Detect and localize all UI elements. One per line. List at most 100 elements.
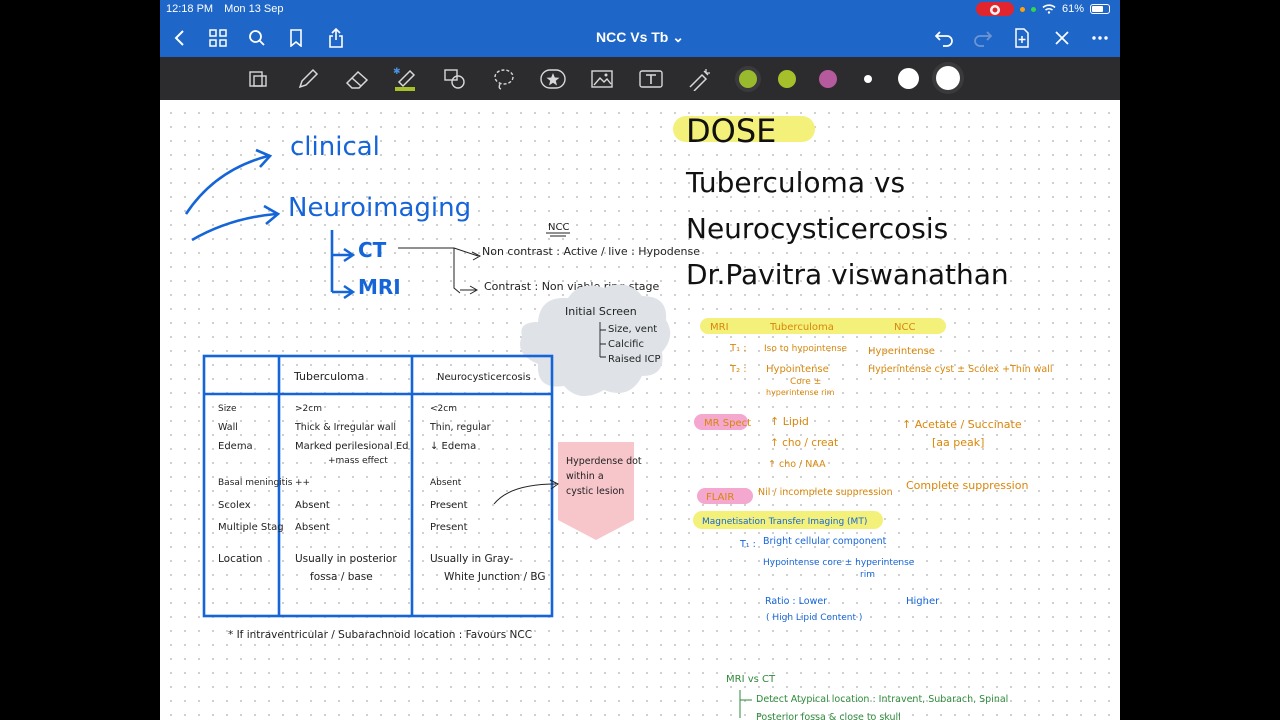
cloud-heading: Initial Screen bbox=[565, 305, 637, 318]
mt-t1: T₁ : bbox=[739, 539, 756, 550]
initial-screen-cloud: Initial Screen Size, vent Calcific Raise… bbox=[520, 284, 671, 397]
cloud-line-size: Size, vent bbox=[608, 324, 657, 335]
read-only-mode-icon[interactable] bbox=[244, 65, 272, 93]
status-bar: 12:18 PM Mon 13 Sep 61% bbox=[160, 0, 1120, 18]
stroke-size-medium[interactable] bbox=[898, 68, 919, 89]
spect-tb-3: ↑ cho / NAA bbox=[768, 459, 826, 470]
t2-tb-1: Hypointense bbox=[766, 364, 829, 375]
table-cell-label: Wall bbox=[218, 422, 238, 433]
table-cell-tb: +mass effect bbox=[328, 456, 388, 466]
table-cell-tb: fossa / base bbox=[310, 571, 373, 583]
text-tool-icon[interactable] bbox=[637, 65, 665, 93]
mri-header-tb: Tuberculoma bbox=[769, 322, 834, 333]
t2-tb-2: Core ± bbox=[790, 377, 821, 387]
mt-line-3: rim bbox=[860, 570, 875, 580]
stroke-size-small[interactable] bbox=[864, 75, 872, 83]
drawing-toolbar: ✱ bbox=[160, 57, 1120, 100]
table-cell-tb: Usually in posterior bbox=[295, 553, 397, 565]
table-cell-label: Edema bbox=[218, 441, 253, 452]
table-rows: Size >2cm <2cm Wall Thick & Irregular wall Th… bbox=[218, 404, 546, 583]
table-cell-label: Multiple Stag bbox=[218, 522, 284, 533]
pen-tool-icon[interactable] bbox=[294, 65, 322, 93]
table-cell-tb: ++ bbox=[295, 478, 310, 488]
table-cell-ncc: Present bbox=[430, 500, 468, 511]
ratio-tb-sub: ( High Lipid Content ) bbox=[766, 613, 862, 623]
wifi-icon bbox=[1042, 4, 1056, 14]
table-header-tuberculoma: Tuberculoma bbox=[293, 370, 364, 383]
clinical-label: clinical bbox=[290, 132, 380, 162]
mt-line-1: Bright cellular component bbox=[763, 536, 887, 547]
image-tool-icon[interactable] bbox=[588, 65, 616, 93]
color-swatch-green[interactable] bbox=[739, 70, 757, 88]
flair-label: FLAIR bbox=[706, 492, 734, 503]
spect-ncc-2: [aa peak] bbox=[932, 436, 984, 449]
ncc-mark: NCC bbox=[548, 222, 569, 233]
callout-line-3: cystic lesion bbox=[566, 486, 624, 497]
t1-tb: Iso to hypointense bbox=[764, 344, 848, 354]
mri-notes: MRI Tuberculoma NCC T₁ : Iso to hypointe… bbox=[693, 318, 1053, 623]
flair-ncc: Complete suppression bbox=[906, 479, 1028, 492]
handwriting-ink-layer: clinical Neuroimaging CT MRI NCC Non con… bbox=[184, 132, 1053, 720]
callout-line-2: within a bbox=[566, 471, 604, 482]
highlighter-tool-icon[interactable]: ✱ bbox=[392, 65, 420, 93]
battery-percent: 61% bbox=[1061, 3, 1084, 15]
ratio-ncc: Higher bbox=[906, 596, 940, 607]
mt-label: Magnetisation Transfer Imaging (MT) bbox=[702, 517, 867, 527]
camera-indicator-icon bbox=[1030, 6, 1036, 12]
t2-tb-3: hyperintense rim bbox=[766, 388, 835, 397]
mri-vs-ct-notes: MRI vs CT Detect Atypical location : Int… bbox=[726, 674, 1008, 720]
spect-tb-1: ↑ Lipid bbox=[770, 415, 809, 428]
comparison-table: Tuberculoma Neurocysticercosis Size >2cm <… bbox=[202, 354, 554, 618]
ratio-tb: Ratio : Lower bbox=[765, 596, 827, 607]
battery-icon bbox=[1090, 4, 1110, 14]
t2-label: T₂ : bbox=[729, 364, 747, 375]
table-header-ncc: Neurocysticercosis bbox=[437, 372, 531, 383]
shapes-tool-icon[interactable] bbox=[441, 65, 469, 93]
table-cell-ncc: <2cm bbox=[430, 404, 457, 414]
note-canvas[interactable]: DOSE Tuberculoma vs Neurocysticercosis D… bbox=[160, 100, 1120, 720]
table-cell-tb: Marked perilesional Ed bbox=[295, 441, 409, 452]
color-swatch-yellowgreen[interactable] bbox=[778, 70, 796, 88]
table-cell-ncc: ↓ Edema bbox=[430, 441, 476, 452]
redo-icon[interactable] bbox=[971, 26, 995, 50]
flow-diagram: clinical Neuroimaging CT MRI bbox=[184, 132, 471, 299]
arrow-to-clinical bbox=[184, 154, 269, 215]
ct-branch: NCC Non contrast : Active / live : Hypod… bbox=[398, 222, 700, 295]
color-swatch-purple[interactable] bbox=[819, 70, 837, 88]
neuroimaging-label: Neuroimaging bbox=[288, 193, 471, 223]
more-icon[interactable] bbox=[1088, 26, 1112, 50]
add-page-icon[interactable] bbox=[1010, 26, 1034, 50]
t1-ncc: Hyperintense bbox=[868, 346, 935, 357]
spect-tb-2: ↑ cho / creat bbox=[770, 437, 838, 449]
table-cell-label: Basal meningitis bbox=[218, 478, 293, 488]
lasso-tool-icon[interactable] bbox=[490, 65, 518, 93]
table-cell-label: Location bbox=[218, 553, 262, 565]
ct-label: CT bbox=[358, 238, 387, 262]
stroke-size-large[interactable] bbox=[936, 66, 960, 90]
undo-icon[interactable] bbox=[932, 26, 956, 50]
table-cell-tb: Absent bbox=[295, 500, 330, 511]
mri-vs-ct-line-1: Detect Atypical location : Intravent, Su… bbox=[756, 694, 1008, 705]
table-cell-ncc: Thin, regular bbox=[429, 422, 491, 433]
cloud-line-calcific: Calcific bbox=[608, 339, 644, 350]
table-cell-label: Size bbox=[218, 404, 237, 414]
status-date: Mon 13 Sep bbox=[224, 3, 284, 15]
table-cell-ncc: White Junction / BG bbox=[444, 571, 546, 583]
svg-text:✱: ✱ bbox=[393, 66, 401, 76]
mri-label: MRI bbox=[358, 275, 401, 299]
navigation-bar: NCC Vs Tb ⌄ bbox=[160, 18, 1120, 57]
laser-pointer-tool-icon[interactable] bbox=[686, 65, 714, 93]
screen-record-icon[interactable] bbox=[975, 2, 1014, 16]
sticker-tool-icon[interactable] bbox=[539, 65, 567, 93]
close-icon[interactable] bbox=[1050, 26, 1074, 50]
callout-line-1: Hyperdense dot bbox=[566, 456, 642, 467]
table-cell-tb: >2cm bbox=[295, 404, 322, 414]
table-cell-ncc: Present bbox=[430, 522, 468, 533]
mic-indicator-icon bbox=[1019, 6, 1025, 12]
eraser-tool-icon[interactable] bbox=[343, 65, 371, 93]
arrow-to-neuroimaging bbox=[191, 212, 277, 242]
table-cell-ncc: Absent bbox=[430, 478, 462, 488]
mri-header-ncc: NCC bbox=[894, 322, 915, 333]
table-cell-tb: Absent bbox=[295, 522, 330, 533]
hyperdense-dot-callout: Hyperdense dot within a cystic lesion bbox=[493, 442, 642, 540]
